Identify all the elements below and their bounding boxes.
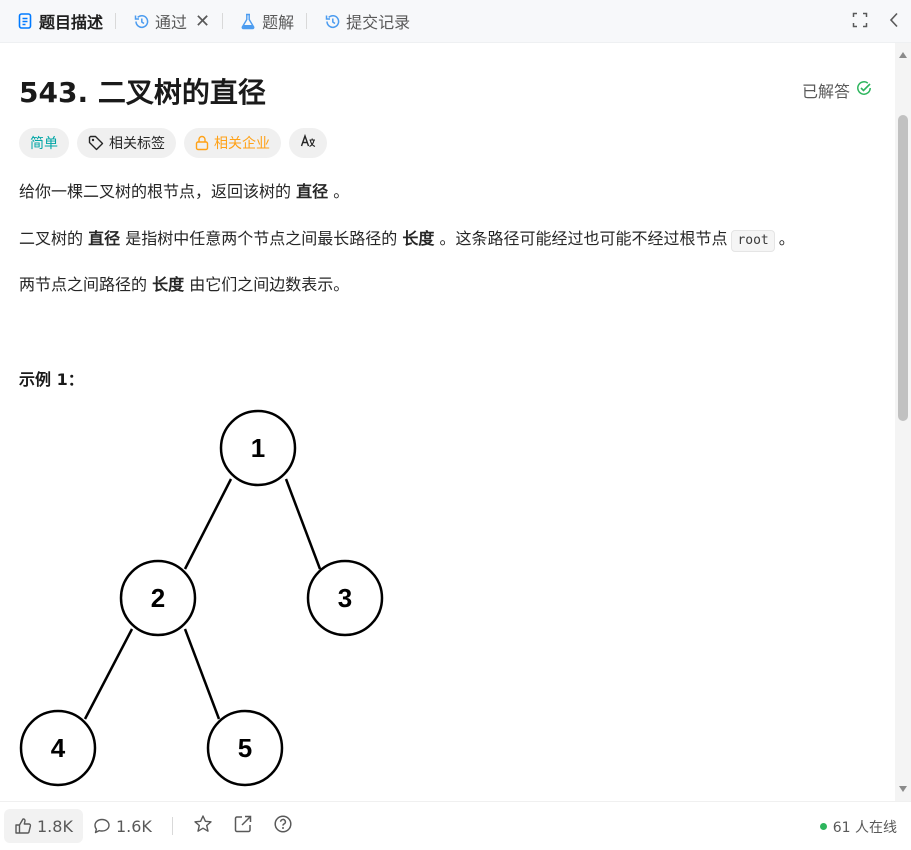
translate-button[interactable] bbox=[289, 128, 327, 158]
text: 二叉树的 bbox=[19, 229, 84, 248]
tab-accepted[interactable]: 通过 ✕ bbox=[116, 0, 210, 43]
like-button[interactable]: 1.8K bbox=[4, 809, 83, 843]
history-icon bbox=[132, 12, 150, 30]
action-footer: 1.8K 1.6K 61 人在线 bbox=[0, 801, 911, 850]
text: 由它们之间边数表示。 bbox=[189, 275, 350, 294]
text: 两节点之间路径的 bbox=[19, 275, 148, 294]
solved-label: 已解答 bbox=[801, 82, 850, 101]
tab-accepted-label: 通过 bbox=[155, 13, 188, 32]
tab-submissions-label: 提交记录 bbox=[346, 13, 411, 32]
difficulty-label: 简单 bbox=[30, 136, 58, 152]
fullscreen-icon bbox=[852, 12, 868, 32]
related-companies-button[interactable]: 相关企业 bbox=[184, 128, 281, 158]
tab-bar: 题目描述 通过 ✕ 题解 提交记录 bbox=[0, 0, 911, 43]
text: 是指树中任意两个节点之间最长路径的 bbox=[125, 229, 398, 248]
tab-solutions-label: 题解 bbox=[262, 13, 295, 32]
bold-text: 直径 bbox=[88, 229, 121, 248]
tab-solutions[interactable]: 题解 bbox=[223, 0, 294, 43]
tag-icon bbox=[88, 135, 104, 151]
scrollbar-thumb[interactable] bbox=[898, 115, 908, 421]
problem-description: 543. 二叉树的直径 已解答 简单 相关标签 相关企业 给你一棵二叉树的根节点… bbox=[0, 43, 895, 801]
example-heading: 示例 1： bbox=[19, 370, 84, 389]
bold-text: 长度 bbox=[402, 229, 435, 248]
external-link-icon bbox=[233, 814, 253, 838]
comment-count: 1.6K bbox=[115, 816, 152, 836]
close-icon[interactable]: ✕ bbox=[195, 11, 210, 32]
text: 。这条路径可能经过也可能不经过根节点 bbox=[439, 229, 728, 248]
share-button[interactable] bbox=[223, 809, 263, 843]
tab-submissions[interactable]: 提交记录 bbox=[307, 0, 410, 43]
description-paragraph: 两节点之间路径的 长度 由它们之间边数表示。 bbox=[19, 273, 349, 297]
online-indicator-dot bbox=[819, 823, 827, 830]
favorite-button[interactable] bbox=[183, 809, 223, 843]
fullscreen-button[interactable] bbox=[843, 0, 877, 43]
tree-edge bbox=[183, 628, 221, 720]
like-count: 1.8K bbox=[37, 816, 73, 836]
tab-description-label: 题目描述 bbox=[39, 13, 104, 32]
star-icon bbox=[193, 814, 213, 838]
help-button[interactable] bbox=[263, 809, 303, 843]
tree-node-label: 2 bbox=[151, 583, 165, 613]
description-paragraph: 给你一棵二叉树的根节点，返回该树的 直径 。 bbox=[19, 180, 349, 204]
thumbs-up-icon bbox=[14, 817, 32, 835]
history-icon bbox=[323, 12, 341, 30]
inline-code: root bbox=[731, 230, 775, 252]
tree-edge bbox=[183, 478, 233, 570]
tree-node-label: 5 bbox=[238, 733, 252, 763]
comment-icon bbox=[93, 817, 111, 835]
collapse-button[interactable] bbox=[877, 0, 911, 43]
difficulty-badge[interactable]: 简单 bbox=[19, 128, 69, 158]
tree-edge bbox=[284, 478, 322, 570]
flask-icon bbox=[239, 12, 257, 30]
tree-edge bbox=[83, 628, 134, 720]
translate-icon bbox=[300, 133, 316, 153]
text: 给你一棵二叉树的根节点，返回该树的 bbox=[19, 182, 292, 201]
chevron-left-icon bbox=[889, 12, 899, 32]
binary-tree-image: 1 2 3 4 5 bbox=[19, 409, 384, 787]
scroll-down-arrow-icon[interactable] bbox=[898, 784, 908, 794]
solved-status: 已解答 bbox=[802, 78, 872, 102]
tree-node-label: 1 bbox=[251, 433, 265, 463]
problem-title: 543. 二叉树的直径 bbox=[19, 76, 266, 109]
text: 。 bbox=[333, 182, 350, 201]
related-tags-label: 相关标签 bbox=[109, 136, 165, 152]
related-companies-label: 相关企业 bbox=[214, 136, 270, 152]
description-paragraph: 二叉树的 直径 是指树中任意两个节点之间最长路径的 长度 。这条路径可能经过也可… bbox=[19, 227, 795, 252]
check-circle-icon bbox=[850, 80, 872, 100]
online-count: 61 人在线 bbox=[832, 819, 897, 836]
bold-text: 长度 bbox=[152, 275, 185, 294]
scrollbar[interactable] bbox=[895, 43, 911, 801]
tag-list: 简单 相关标签 相关企业 bbox=[19, 128, 327, 158]
lock-icon bbox=[195, 135, 209, 151]
related-tags-button[interactable]: 相关标签 bbox=[77, 128, 176, 158]
footer-divider bbox=[171, 817, 173, 835]
tree-node-label: 3 bbox=[338, 583, 352, 613]
tab-description[interactable]: 题目描述 bbox=[0, 0, 103, 43]
bold-text: 直径 bbox=[296, 182, 329, 201]
document-icon bbox=[16, 12, 34, 30]
comments-button[interactable]: 1.6K bbox=[83, 809, 162, 843]
question-circle-icon bbox=[273, 814, 293, 838]
online-status: 61 人在线 bbox=[819, 802, 897, 850]
text: 。 bbox=[778, 229, 795, 248]
tabbar-actions bbox=[843, 0, 911, 43]
scroll-up-arrow-icon[interactable] bbox=[898, 50, 908, 60]
tree-node-label: 4 bbox=[51, 733, 66, 763]
